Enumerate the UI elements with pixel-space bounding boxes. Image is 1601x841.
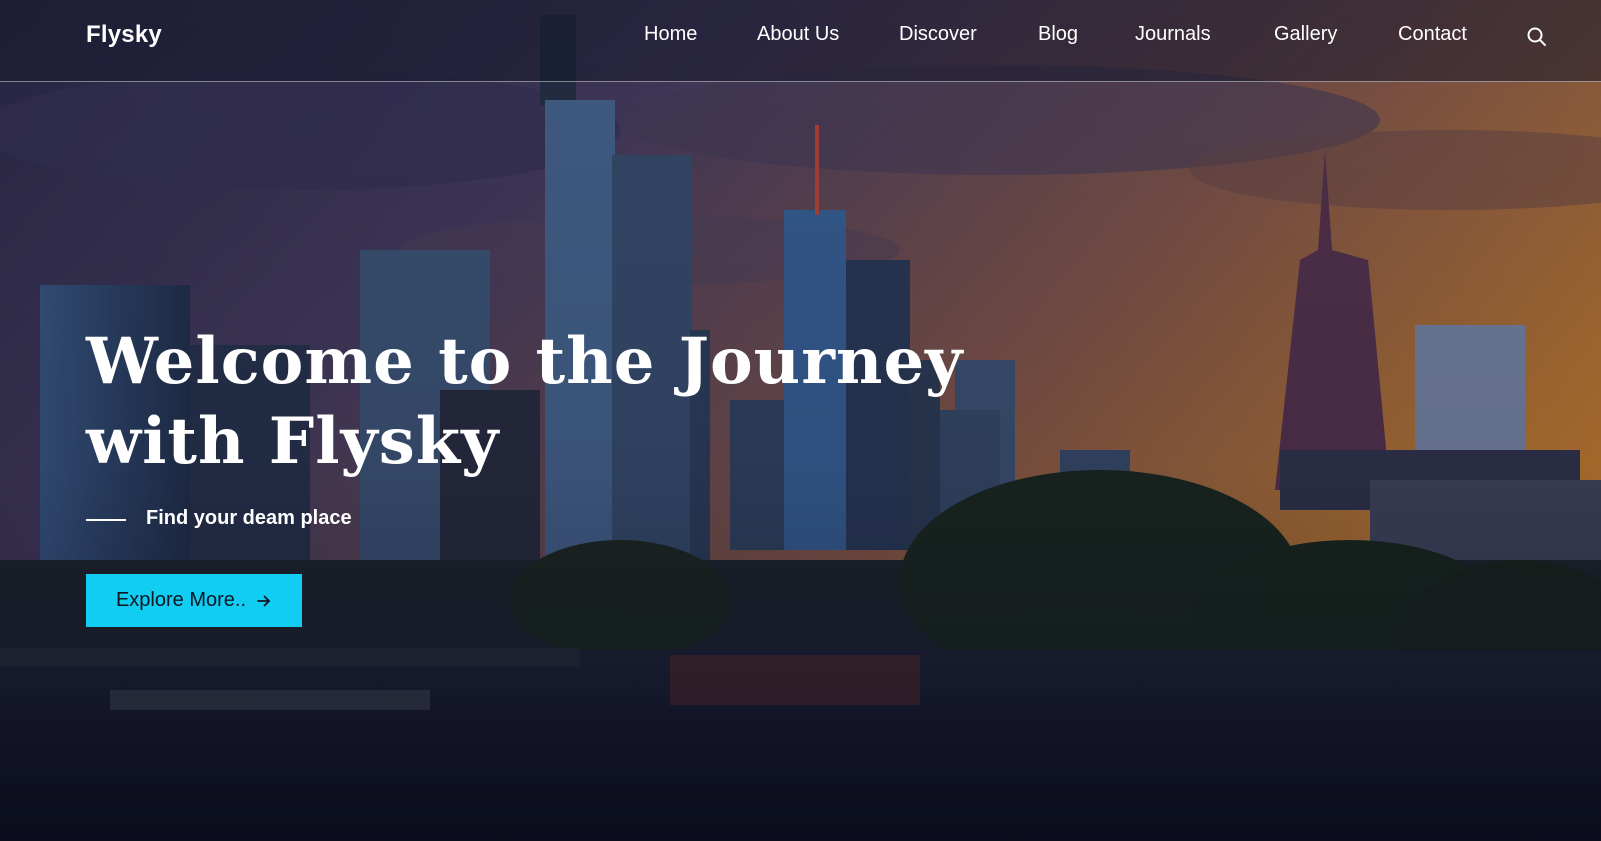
hero-title-line-2: with Flysky — [86, 404, 500, 479]
nav-item-discover[interactable]: Discover — [899, 23, 977, 46]
tagline-divider — [86, 519, 126, 521]
top-navigation-bar: Flysky Home About Us Discover Blog Journ… — [0, 0, 1601, 82]
explore-more-button[interactable]: Explore More.. — [86, 574, 302, 627]
nav-item-blog[interactable]: Blog — [1038, 23, 1078, 46]
nav-item-home[interactable]: Home — [644, 23, 697, 46]
nav-item-journals[interactable]: Journals — [1135, 23, 1211, 46]
hero-section: Flysky Home About Us Discover Blog Journ… — [0, 0, 1601, 841]
nav-item-contact[interactable]: Contact — [1398, 23, 1467, 46]
main-nav: Home About Us Discover Blog Journals Gal… — [0, 23, 1601, 53]
hero-tagline: Find your deam place — [146, 507, 352, 529]
arrow-right-icon — [257, 595, 270, 606]
hero-title-line-1: Welcome to the Journey — [86, 324, 964, 399]
nav-item-gallery[interactable]: Gallery — [1274, 23, 1337, 46]
nav-item-about-us[interactable]: About Us — [757, 23, 839, 46]
explore-more-label: Explore More.. — [115, 589, 247, 611]
hero-title: Welcome to the Journey with Flysky — [86, 322, 986, 482]
search-icon[interactable] — [1526, 26, 1548, 48]
